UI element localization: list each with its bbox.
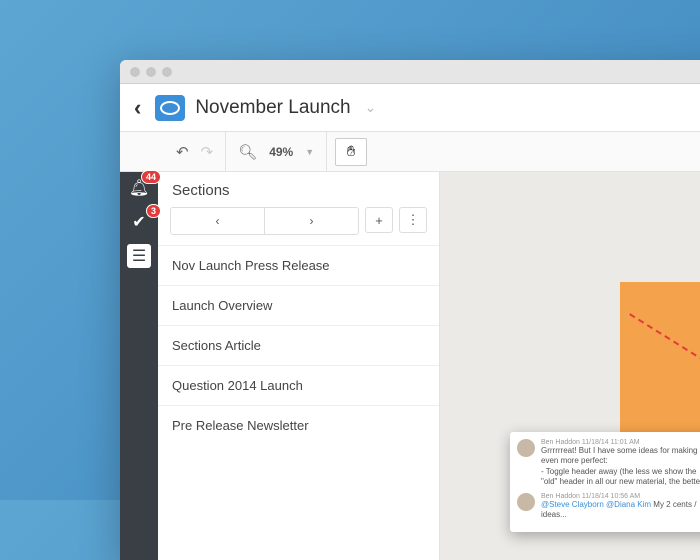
chevron-down-icon[interactable]: ⌄ xyxy=(365,99,377,116)
app-window: ‹ November Launch ⌄ ↶ ↷ 🔍︎ 49% ▼ ✋︎ 🔔︎ 4… xyxy=(120,60,700,560)
comment-time: 11/18/14 11:01 AM xyxy=(582,439,640,446)
notifications-button[interactable]: 🔔︎ 44 xyxy=(127,176,151,200)
sections-panel: Sections ‹ › + ⋮ Nov Launch Press Releas… xyxy=(158,172,440,560)
tasks-badge: 3 xyxy=(146,204,161,218)
section-item[interactable]: Nov Launch Press Release xyxy=(158,245,439,285)
zoom-chevron-icon[interactable]: ▼ xyxy=(305,147,314,157)
sections-list: Nov Launch Press Release Launch Overview… xyxy=(158,245,439,445)
document-title[interactable]: November Launch xyxy=(195,97,350,119)
comment-body: Grrrrrreat! But I have some ideas for ma… xyxy=(541,446,700,488)
comment-author: Ben Haddon xyxy=(541,439,580,446)
sections-controls: ‹ › + ⋮ xyxy=(158,207,439,245)
section-item[interactable]: Launch Overview xyxy=(158,285,439,325)
history-group: ↶ ↷ xyxy=(164,132,226,171)
avatar xyxy=(517,439,535,457)
sections-pager: ‹ › xyxy=(170,207,359,235)
pan-tool-button[interactable]: ✋︎ xyxy=(335,138,367,166)
comment-time: 11/18/14 10:56 AM xyxy=(582,493,640,500)
comment-item[interactable]: Ben Haddon 11/18/14 11:01 AM Grrrrrreat!… xyxy=(517,439,700,488)
section-options-button[interactable]: ⋮ xyxy=(399,207,427,233)
minimize-dot[interactable] xyxy=(146,67,156,77)
brand-icon xyxy=(155,95,185,121)
close-dot[interactable] xyxy=(130,67,140,77)
titlebar xyxy=(120,60,700,84)
zoom-dot[interactable] xyxy=(162,67,172,77)
redo-button[interactable]: ↷ xyxy=(201,143,214,161)
sections-panel-title: Sections xyxy=(158,172,439,207)
body: 🔔︎ 44 ✔ 3 ☰ Sections ‹ › + ⋮ Nov xyxy=(120,172,700,560)
list-icon: ☰ xyxy=(132,246,146,266)
back-button[interactable]: ‹ xyxy=(130,91,145,125)
comment-body: @Steve Clayborn @Diana Kim My 2 cents / … xyxy=(541,500,700,521)
add-section-button[interactable]: + xyxy=(365,207,393,233)
sections-button[interactable]: ☰ xyxy=(127,244,151,268)
zoom-level[interactable]: 49% xyxy=(269,145,293,159)
avatar xyxy=(517,493,535,511)
section-item[interactable]: Sections Article xyxy=(158,325,439,365)
zoom-group: 🔍︎ 49% ▼ xyxy=(226,132,327,171)
undo-button[interactable]: ↶ xyxy=(176,143,189,161)
comment-popup[interactable]: Ben Haddon 11/18/14 11:01 AM Grrrrrreat!… xyxy=(510,432,700,532)
next-section-button[interactable]: › xyxy=(265,208,358,234)
notifications-badge: 44 xyxy=(141,170,161,184)
prev-section-button[interactable]: ‹ xyxy=(171,208,265,234)
zoom-icon[interactable]: 🔍︎ xyxy=(238,143,257,161)
comment-author: Ben Haddon xyxy=(541,493,580,500)
comment-mention[interactable]: @Steve Clayborn @Diana Kim xyxy=(541,500,651,509)
header: ‹ November Launch ⌄ xyxy=(120,84,700,132)
tasks-button[interactable]: ✔ 3 xyxy=(127,210,151,234)
comment-item[interactable]: Ben Haddon 11/18/14 10:56 AM @Steve Clay… xyxy=(517,493,700,521)
left-rail: 🔔︎ 44 ✔ 3 ☰ xyxy=(120,172,158,560)
section-item[interactable]: Question 2014 Launch xyxy=(158,365,439,405)
section-item[interactable]: Pre Release Newsletter xyxy=(158,405,439,445)
toolbar: ↶ ↷ 🔍︎ 49% ▼ ✋︎ xyxy=(120,132,700,172)
canvas[interactable]: Conce Hi Ana, Here at Con of the year Co… xyxy=(440,172,700,560)
check-circle-icon: ✔ xyxy=(132,212,145,232)
